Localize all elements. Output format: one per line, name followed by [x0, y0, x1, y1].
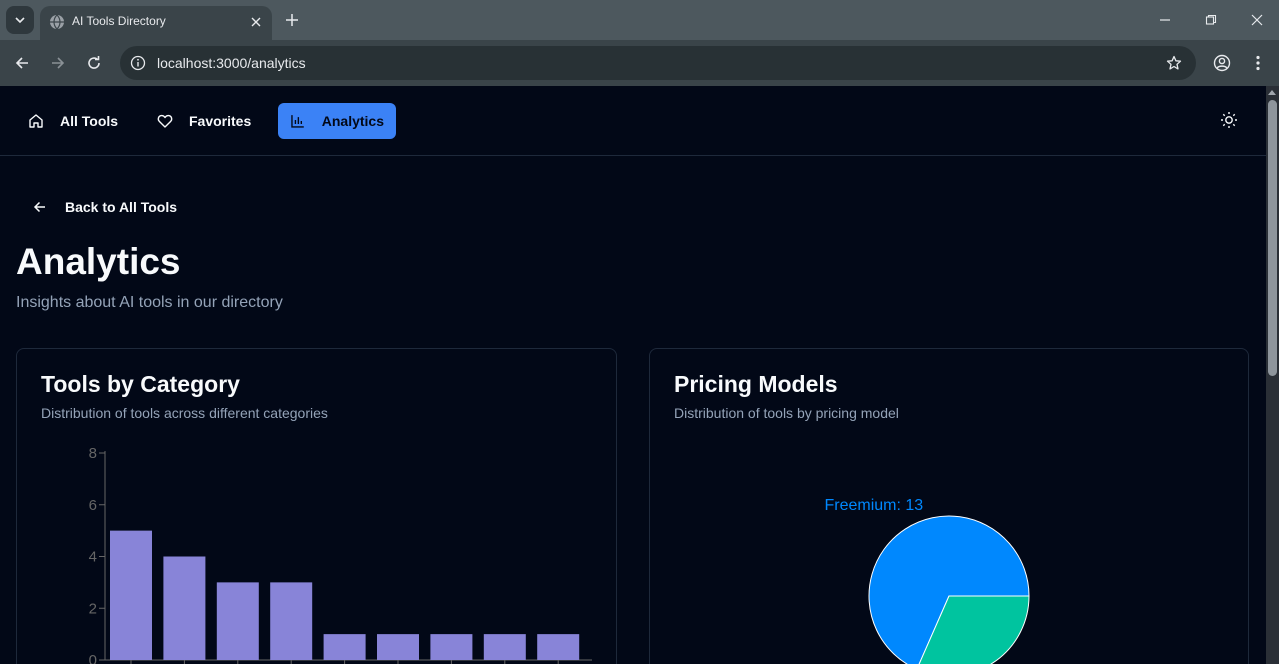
forward-button[interactable] [46, 51, 70, 75]
y-tick-label: 4 [89, 549, 97, 566]
restore-button[interactable] [1201, 10, 1221, 30]
bar [110, 530, 152, 660]
arrow-left-icon [33, 201, 45, 213]
reload-icon [88, 56, 100, 69]
nav-item-label: Favorites [189, 113, 252, 129]
page-viewport: All Tools Favorites Analytics Back to Al… [0, 86, 1279, 664]
close-icon [1251, 14, 1263, 26]
page-scrollbar[interactable] [1266, 86, 1279, 664]
page-title: Analytics [16, 241, 181, 282]
nav-item-all-tools[interactable]: All Tools [16, 103, 130, 139]
profile-icon [1213, 54, 1231, 72]
arrow-left-icon [15, 57, 28, 69]
category-chart-card: Tools by Category Distribution of tools … [16, 348, 617, 664]
bar [323, 634, 366, 660]
heart-icon [157, 114, 173, 128]
minimize-icon [1160, 19, 1170, 21]
browser-menu-button[interactable] [1246, 51, 1270, 75]
pricing-pie-chart: Freemium: 13 [824, 497, 1030, 664]
restore-icon [1205, 14, 1217, 25]
globe-icon [50, 14, 64, 30]
plus-icon [286, 14, 298, 26]
new-tab-button[interactable] [282, 10, 302, 30]
minimize-button[interactable] [1155, 10, 1175, 30]
bar [430, 634, 473, 660]
bar [377, 634, 419, 660]
back-link-label: Back to All Tools [65, 199, 178, 215]
nav-item-label: All Tools [60, 113, 119, 129]
tab-search-button[interactable] [6, 6, 34, 34]
address-bar[interactable]: localhost:3000/analytics [120, 46, 1196, 80]
tab-close-button[interactable] [246, 12, 266, 32]
browser-toolbar: localhost:3000/analytics [0, 40, 1279, 86]
bar [537, 634, 580, 660]
bar [216, 582, 259, 660]
arrow-right-icon [52, 57, 65, 69]
bookmark-button[interactable] [1164, 53, 1184, 73]
star-icon [1166, 55, 1182, 70]
tab-title: AI Tools Directory [72, 14, 166, 28]
nav-item-label: Analytics [321, 113, 384, 129]
site-info-button[interactable] [128, 53, 148, 73]
y-tick-label: 0 [89, 652, 97, 664]
pie-slice-label: Freemium: 13 [824, 497, 923, 514]
browser-tab[interactable]: AI Tools Directory [40, 6, 272, 40]
home-icon [29, 114, 43, 128]
back-button[interactable] [10, 51, 34, 75]
y-tick-label: 6 [89, 497, 97, 514]
page-subtitle: Insights about AI tools in our directory [16, 294, 283, 311]
y-tick-label: 2 [89, 600, 97, 617]
category-bar-chart: 0 2 4 6 8 [89, 445, 592, 664]
url-text: localhost:3000/analytics [157, 55, 306, 71]
sun-icon[interactable] [1220, 111, 1238, 129]
scroll-up-arrow[interactable] [1268, 90, 1276, 95]
bar [270, 582, 313, 660]
bar-chart-icon [291, 115, 304, 128]
reload-button[interactable] [82, 51, 106, 75]
back-to-all-tools-link[interactable]: Back to All Tools [32, 199, 177, 215]
window-close-button[interactable] [1247, 10, 1267, 30]
y-tick-label: 8 [89, 445, 97, 462]
bar [483, 634, 526, 660]
more-vertical-icon [1256, 55, 1260, 71]
scroll-thumb[interactable] [1268, 100, 1277, 376]
nav-item-favorites[interactable]: Favorites [145, 103, 263, 139]
chevron-down-icon [15, 17, 25, 24]
browser-tab-strip: AI Tools Directory [0, 0, 1279, 40]
top-nav: All Tools Favorites Analytics [0, 86, 1266, 156]
info-icon [130, 55, 146, 71]
nav-item-analytics[interactable]: Analytics [278, 103, 396, 139]
bar [163, 556, 206, 660]
pricing-chart-card: Pricing Models Distribution of tools by … [649, 348, 1249, 664]
profile-button[interactable] [1210, 51, 1234, 75]
close-icon [251, 17, 261, 27]
